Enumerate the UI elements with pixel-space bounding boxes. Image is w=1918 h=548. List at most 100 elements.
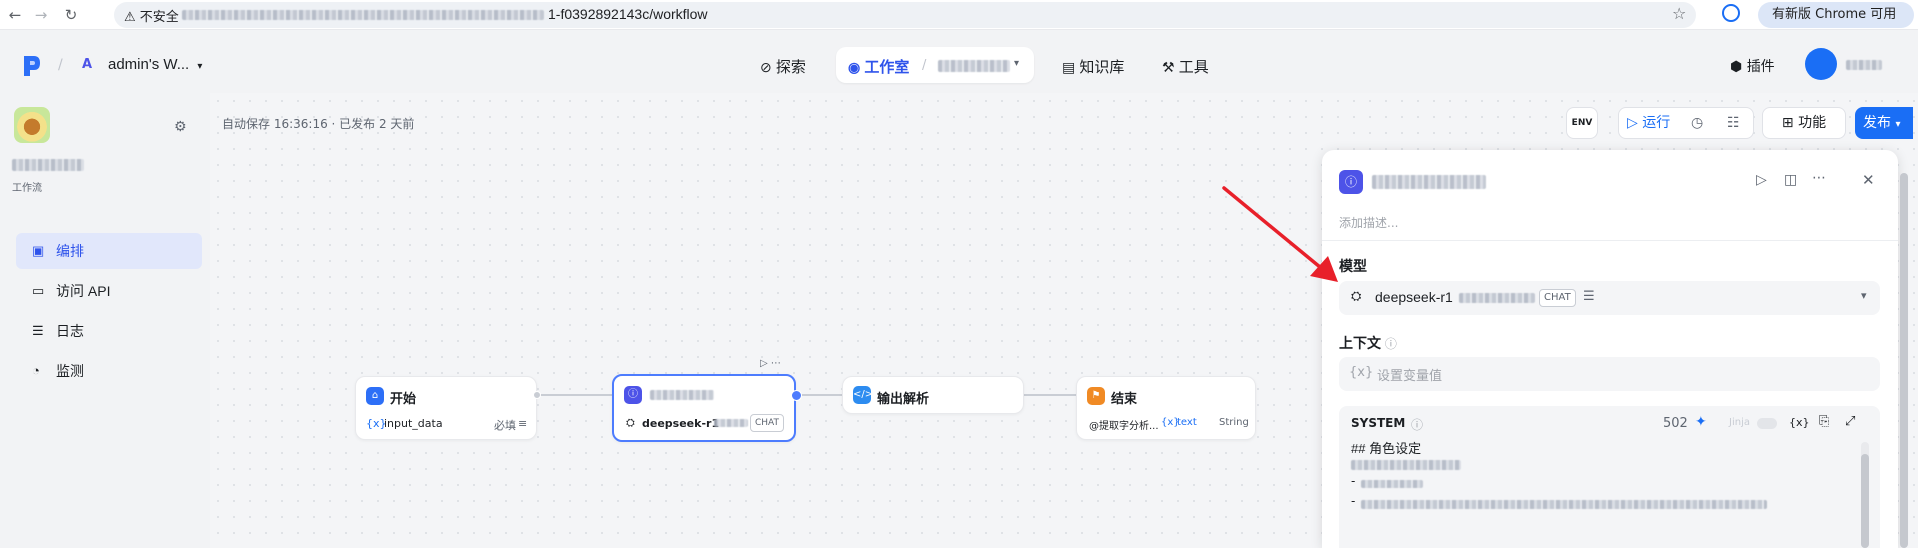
- nav-tools[interactable]: ⚒ 工具: [1162, 56, 1209, 77]
- publish-button[interactable]: 发布 ▾: [1855, 107, 1913, 139]
- context-label: 上下文: [1339, 335, 1381, 351]
- run-label: 运行: [1642, 115, 1671, 131]
- app-logo[interactable]: [22, 54, 42, 78]
- breadcrumb-separator: /: [922, 58, 927, 73]
- llm-node[interactable]: ⓘ ⛭ deepseek-r1 CHAT: [612, 374, 796, 442]
- nav-knowledge[interactable]: ▤ 知识库: [1062, 56, 1124, 77]
- node-actions[interactable]: ▷ ⋯: [760, 358, 781, 369]
- sidebar-item-monitor[interactable]: ◔ 监测: [16, 353, 202, 389]
- compass-icon: ⊘: [760, 59, 772, 75]
- output-port[interactable]: [533, 391, 541, 399]
- terminal-icon: ▭: [32, 283, 45, 298]
- system-label: SYSTEM: [1351, 416, 1406, 430]
- variable-type: String: [1219, 417, 1249, 428]
- copy-icon[interactable]: ⎘: [1819, 414, 1829, 429]
- run-node-icon[interactable]: ▷: [1756, 172, 1767, 188]
- context-placeholder: 设置变量值: [1377, 369, 1443, 384]
- breadcrumb-separator: /: [58, 57, 63, 73]
- warning-icon: ⚠: [124, 10, 136, 25]
- checklist-icon[interactable]: ☷: [1727, 108, 1740, 138]
- plugin-button[interactable]: ⬢ 插件: [1730, 56, 1775, 76]
- end-node[interactable]: ⚑ 结束 @提取字分析... {x} text String: [1076, 376, 1256, 440]
- monitor-icon: ◔: [32, 363, 40, 378]
- chevron-down-icon: ▾: [197, 61, 203, 72]
- divider: [1322, 240, 1898, 241]
- context-input[interactable]: {x} 设置变量值: [1339, 357, 1880, 391]
- code-icon: </>: [853, 386, 873, 404]
- sidebar-item-label: 访问 API: [56, 283, 111, 299]
- help-icon[interactable]: ⓘ: [1385, 337, 1397, 351]
- chrome-update-button[interactable]: 有新版 Chrome 可用 ⋮: [1758, 2, 1914, 48]
- chevron-down-icon[interactable]: ▾: [1014, 58, 1019, 69]
- history-icon[interactable]: ◷: [1691, 108, 1703, 138]
- sidebar-item-api[interactable]: ▭ 访问 API: [16, 273, 202, 309]
- sparkle-icon[interactable]: ✦: [1695, 414, 1707, 430]
- nav-explore[interactable]: ⊘ 探索: [760, 56, 806, 77]
- params-sliders-icon[interactable]: ☰: [1583, 289, 1595, 304]
- forward-icon[interactable]: →: [30, 4, 52, 26]
- node-title: 开始: [390, 392, 417, 407]
- panel-scrollbar[interactable]: [1900, 153, 1908, 548]
- jinja-toggle[interactable]: [1757, 418, 1777, 429]
- workspace-switcher[interactable]: admin's W... ▾: [108, 56, 202, 73]
- edge: [1024, 394, 1076, 396]
- insert-variable-icon[interactable]: {x}: [1789, 416, 1810, 429]
- parse-node[interactable]: </> 输出解析: [842, 376, 1024, 414]
- annotation-arrow: [1222, 186, 1338, 282]
- redacted-node-title[interactable]: [1372, 175, 1486, 189]
- url-path: 1-f0392892143c/workflow: [548, 6, 708, 22]
- avatar[interactable]: [1805, 48, 1837, 80]
- reload-icon[interactable]: ↻: [60, 4, 82, 26]
- book-icon: ▤: [1062, 59, 1076, 75]
- model-name: deepseek-r1: [1375, 289, 1453, 305]
- insecure-indicator[interactable]: ⚠ 不安全: [124, 6, 179, 25]
- redacted-node-title: [650, 390, 714, 400]
- nav-label: 探索: [775, 59, 806, 76]
- required-label: 必填: [494, 419, 516, 432]
- update-label: 有新版 Chrome 可用: [1772, 7, 1897, 22]
- variable-name: input_data: [384, 417, 443, 430]
- panel-scrollbar-thumb[interactable]: [1900, 173, 1908, 548]
- redacted-app-name[interactable]: [938, 60, 1010, 72]
- nav-label: 工具: [1178, 59, 1209, 76]
- back-icon[interactable]: ←: [4, 4, 26, 26]
- features-label: 功能: [1798, 115, 1827, 131]
- editor-scrollbar-thumb[interactable]: [1861, 454, 1869, 548]
- variable-name: text: [1177, 417, 1197, 428]
- env-button[interactable]: ENV: [1566, 107, 1598, 139]
- grid-icon: ⊞: [1781, 115, 1794, 131]
- bookmark-star-icon[interactable]: ☆: [1672, 4, 1686, 23]
- start-node[interactable]: ⌂ 开始 {x} input_data 必填 ≡: [355, 376, 537, 440]
- close-icon[interactable]: ✕: [1862, 171, 1875, 189]
- features-button[interactable]: ⊞ 功能: [1762, 107, 1846, 139]
- redacted-model-provider: [714, 419, 748, 427]
- model-chip-icon: ⛭: [1351, 289, 1362, 304]
- autosave-status: 自动保存 16:36:16 · 已发布 2 天前: [222, 117, 415, 131]
- prompt-bullet: -: [1351, 494, 1356, 508]
- nav-label: 工作室: [864, 59, 910, 76]
- edge: [796, 394, 842, 396]
- model-name: deepseek-r1: [642, 417, 720, 430]
- split-view-icon[interactable]: ◫: [1784, 172, 1797, 188]
- redacted-prompt-line: [1361, 500, 1767, 509]
- run-button[interactable]: ▷ 运行: [1627, 108, 1670, 138]
- sidebar-item-label: 日志: [56, 323, 84, 339]
- model-select[interactable]: ⛭ deepseek-r1 CHAT ☰ ▾: [1339, 281, 1880, 315]
- play-icon: ▷: [1627, 115, 1638, 131]
- sidebar-item-orchestrate[interactable]: ▣ 编排: [16, 233, 202, 269]
- robot-icon: ◉: [848, 59, 861, 75]
- sidebar: ⚙ 工作流 ▣ 编排 ▭ 访问 API ☰ 日志 ◔ 监测: [8, 93, 208, 548]
- profile-icon[interactable]: [1722, 4, 1740, 22]
- help-icon[interactable]: ⓘ: [1411, 416, 1423, 433]
- nav-studio[interactable]: ◉ 工作室: [848, 56, 909, 77]
- settings-sliders-icon[interactable]: ⚙: [174, 119, 187, 135]
- chevron-down-icon: ▾: [1895, 119, 1901, 130]
- prompt-heading: ## 角色设定: [1351, 441, 1422, 456]
- sidebar-item-logs[interactable]: ☰ 日志: [16, 313, 202, 349]
- more-icon[interactable]: ⋯: [1812, 170, 1826, 186]
- add-port-icon[interactable]: [791, 390, 802, 401]
- expand-icon[interactable]: ⤢: [1845, 414, 1855, 429]
- layout-icon: ▣: [32, 243, 45, 258]
- system-prompt-editor[interactable]: SYSTEM ⓘ 502 ✦ Jinja {x} ⎘ ⤢ ## 角色设定 - -: [1339, 406, 1880, 548]
- app-icon: [14, 107, 50, 143]
